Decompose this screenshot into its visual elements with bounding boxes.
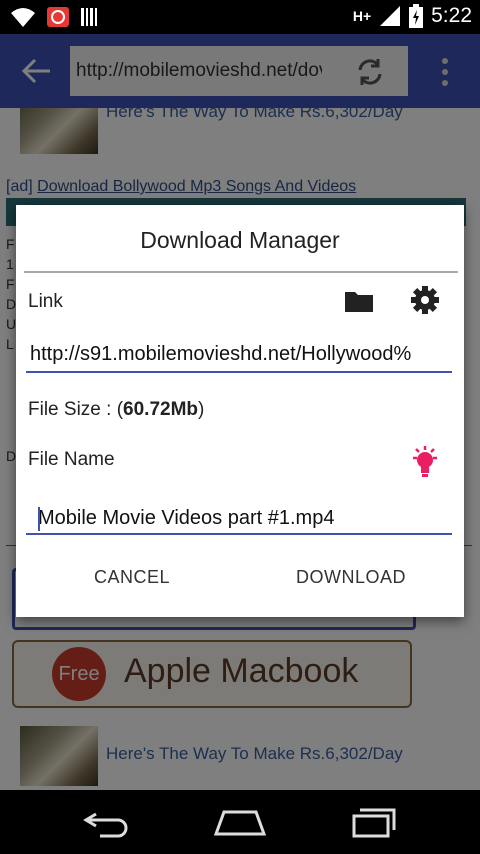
- file-size-value: 60.72Mb: [123, 399, 199, 420]
- network-type: H+: [352, 8, 372, 24]
- battery-icon: [409, 4, 424, 28]
- settings-gear-icon[interactable]: [410, 285, 440, 315]
- title-divider: [24, 271, 458, 273]
- notification-icon: [47, 7, 69, 27]
- folder-icon[interactable]: [344, 289, 374, 313]
- navigation-bar: [0, 790, 480, 854]
- barcode-icon: [81, 8, 97, 26]
- cancel-button[interactable]: CANCEL: [94, 567, 170, 588]
- wifi-icon: [11, 8, 35, 27]
- file-name-value: Mobile Movie Videos part #1.mp4: [38, 507, 335, 529]
- download-manager-dialog: Download Manager Link http://s91.mobilem…: [16, 205, 464, 617]
- dialog-title: Download Manager: [140, 227, 340, 253]
- lightbulb-icon[interactable]: [410, 445, 440, 479]
- nav-back-icon[interactable]: [82, 806, 130, 838]
- file-size-close: ): [198, 399, 205, 420]
- clock: 5:22: [431, 4, 472, 27]
- nav-recents-icon[interactable]: [350, 806, 398, 838]
- link-label: Link: [28, 291, 63, 312]
- link-value: http://s91.mobilemovieshd.net/Hollywood%: [30, 343, 412, 365]
- signal-icon: [380, 6, 401, 26]
- file-name-label: File Name: [28, 449, 115, 470]
- nav-home-icon[interactable]: [214, 806, 266, 838]
- download-button[interactable]: DOWNLOAD: [296, 567, 406, 588]
- link-field[interactable]: http://s91.mobilemovieshd.net/Hollywood%: [26, 341, 452, 373]
- file-size-label: File Size : (: [28, 399, 124, 420]
- file-name-field[interactable]: Mobile Movie Videos part #1.mp4: [26, 501, 452, 535]
- file-size-text: File Size : (60.72Mb): [28, 399, 204, 421]
- status-bar: H+ 5:22: [0, 0, 480, 34]
- text-caret: [38, 507, 40, 531]
